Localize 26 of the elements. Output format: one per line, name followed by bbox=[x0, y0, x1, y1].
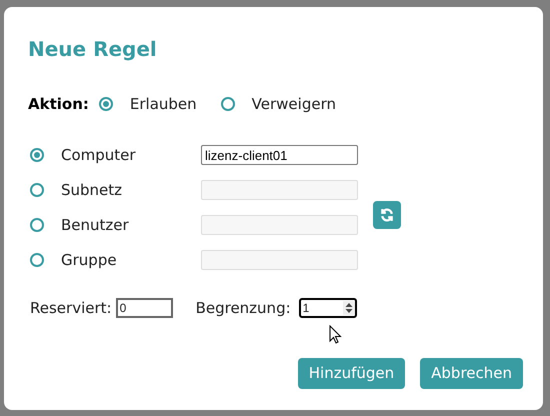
refresh-button[interactable] bbox=[373, 200, 401, 228]
reserved-label: Reserviert: bbox=[30, 298, 112, 319]
radio-button[interactable] bbox=[30, 148, 44, 162]
refresh-icon bbox=[380, 208, 394, 222]
text-field[interactable] bbox=[201, 215, 358, 235]
radio-label[interactable]: Benutzer bbox=[61, 214, 201, 236]
limit-spinner[interactable]: 1 bbox=[298, 298, 357, 318]
radio-label[interactable]: Gruppe bbox=[61, 248, 201, 272]
radio-label[interactable]: Computer bbox=[61, 144, 201, 166]
text-field[interactable] bbox=[201, 180, 358, 200]
radio-button[interactable] bbox=[30, 253, 44, 267]
reserved-field[interactable]: 0 bbox=[116, 298, 173, 318]
radio-label[interactable]: Erlauben bbox=[130, 92, 197, 116]
radio-label[interactable]: Verweigern bbox=[252, 92, 336, 116]
action-label: Aktion: bbox=[28, 94, 89, 115]
dialog-title: Neue Regel bbox=[28, 36, 158, 63]
radio-button[interactable] bbox=[30, 183, 44, 197]
radio-button[interactable] bbox=[30, 218, 44, 232]
spinner-arrows-icon[interactable] bbox=[342, 301, 355, 316]
text-field[interactable]: lizenz-client01 bbox=[201, 145, 358, 165]
limit-label: Begrenzung: bbox=[196, 298, 291, 319]
radio-button[interactable] bbox=[98, 97, 113, 111]
radio-button[interactable] bbox=[220, 97, 235, 111]
radio-label[interactable]: Subnetz bbox=[61, 178, 201, 202]
text-field[interactable] bbox=[201, 250, 358, 270]
mouse-pointer-icon bbox=[329, 325, 343, 345]
